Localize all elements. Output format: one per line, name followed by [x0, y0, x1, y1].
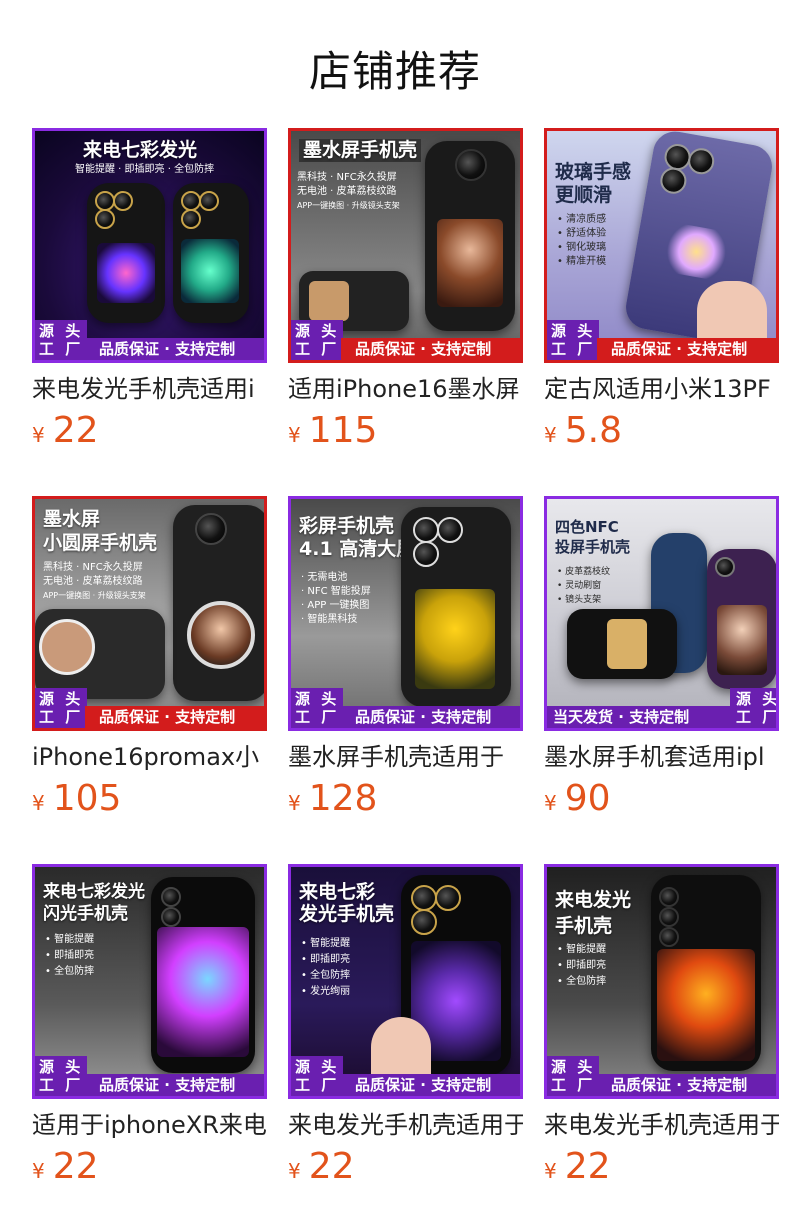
quality-bar: 品质保证 · 支持定制 [341, 338, 520, 360]
product-card[interactable]: 来电七彩 发光手机壳 • 智能提醒 • 即插即亮 • 全包防摔 • 发光绚丽 源… [288, 864, 523, 1193]
factory-badge: 源 头 工 厂 品质保证 · 支持定制 [35, 688, 264, 728]
image-headline: 玻璃手感 更顺滑 [555, 161, 632, 206]
product-name[interactable]: 适用iPhone16墨水屏 [288, 373, 523, 405]
product-name[interactable]: 墨水屏手机套适用ipl [544, 741, 779, 773]
quality-bar: 品质保证 · 支持定制 [85, 706, 264, 728]
quality-bar: 品质保证 · 支持定制 [85, 338, 264, 360]
source-factory-label: 源 头 工 厂 [35, 320, 87, 360]
quality-bar: 品质保证 · 支持定制 [341, 1074, 520, 1096]
product-price: ¥128 [288, 778, 378, 819]
quality-bar: 品质保证 · 支持定制 [341, 706, 520, 728]
product-image[interactable]: 玻璃手感 更顺滑 • 清凉质感 • 舒适体验 • 钢化玻璃 • 精准开模 源 头… [544, 128, 779, 363]
product-name[interactable]: 适用于iphoneXR来电 [32, 1109, 267, 1141]
product-name[interactable]: 来电发光手机壳适用i [32, 373, 267, 405]
product-price: ¥105 [32, 778, 122, 819]
image-headline: 来电七彩发光 闪光手机壳 [43, 882, 145, 924]
image-headline: 彩屏手机壳 4.1 高清大屏 [299, 515, 416, 560]
image-headline: 来电七彩发光 [83, 139, 198, 161]
product-name[interactable]: 来电发光手机壳适用于 [544, 1109, 779, 1141]
store-recommendation-page: 店铺推荐 来电七彩发光 智能提醒 · 即插即亮 · 全包防摔 源 头 工 厂 品… [0, 0, 790, 1232]
product-image[interactable]: 来电发光 手机壳 • 智能提醒 • 即插即亮 • 全包防摔 源 头 工 厂 品质… [544, 864, 779, 1099]
product-card[interactable]: 彩屏手机壳 4.1 高清大屏 · 无需电池 · NFC 智能投屏 · APP 一… [288, 496, 523, 825]
product-card[interactable]: 来电发光 手机壳 • 智能提醒 • 即插即亮 • 全包防摔 源 头 工 厂 品质… [544, 864, 779, 1193]
factory-badge: 源 头 工 厂 品质保证 · 支持定制 [547, 1056, 776, 1096]
product-price: ¥22 [544, 1146, 611, 1187]
product-image[interactable]: 墨水屏 小圆屏手机壳 黑科技 · NFC永久投屏 无电池 · 皮革荔枝纹路 AP… [32, 496, 267, 731]
product-price: ¥5.8 [544, 410, 622, 451]
product-name[interactable]: 定古风适用小米13PF [544, 373, 779, 405]
product-image[interactable]: 墨水屏手机壳 黑科技 · NFC永久投屏 无电池 · 皮革荔枝纹路 APP一键换… [288, 128, 523, 363]
quality-bar: 品质保证 · 支持定制 [597, 1074, 776, 1096]
product-card[interactable]: 墨水屏 小圆屏手机壳 黑科技 · NFC永久投屏 无电池 · 皮革荔枝纹路 AP… [32, 496, 267, 825]
product-image[interactable]: 来电七彩 发光手机壳 • 智能提醒 • 即插即亮 • 全包防摔 • 发光绚丽 源… [288, 864, 523, 1099]
product-card[interactable]: 墨水屏手机壳 黑科技 · NFC永久投屏 无电池 · 皮革荔枝纹路 APP一键换… [288, 128, 523, 457]
product-price: ¥22 [32, 410, 99, 451]
factory-badge: 源 头 工 厂 品质保证 · 支持定制 [291, 1056, 520, 1096]
product-card[interactable]: 来电七彩发光 闪光手机壳 • 智能提醒 • 即插即亮 • 全包防摔 源 头 工 … [32, 864, 267, 1193]
product-card[interactable]: 来电七彩发光 智能提醒 · 即插即亮 · 全包防摔 源 头 工 厂 品质保证 ·… [32, 128, 267, 457]
image-headline: 墨水屏手机壳 [299, 139, 422, 162]
product-name[interactable]: 墨水屏手机壳适用于 [288, 741, 523, 773]
factory-badge: 当天发货 · 支持定制 源 头 工 厂 [547, 688, 776, 728]
product-price: ¥90 [544, 778, 611, 819]
product-price: ¥115 [288, 410, 378, 451]
factory-badge: 源 头 工 厂 品质保证 · 支持定制 [291, 320, 520, 360]
quality-bar: 当天发货 · 支持定制 [547, 706, 737, 728]
factory-badge: 源 头 工 厂 品质保证 · 支持定制 [35, 320, 264, 360]
factory-badge: 源 头 工 厂 品质保证 · 支持定制 [547, 320, 776, 360]
image-headline: 来电发光 手机壳 [555, 889, 632, 937]
product-image[interactable]: 来电七彩发光 智能提醒 · 即插即亮 · 全包防摔 源 头 工 厂 品质保证 ·… [32, 128, 267, 363]
product-card[interactable]: 玻璃手感 更顺滑 • 清凉质感 • 舒适体验 • 钢化玻璃 • 精准开模 源 头… [544, 128, 779, 457]
product-image[interactable]: 四色NFC 投屏手机壳 • 皮革荔枝纹 • 灵动刷窗 • 镜头支架 当天发货 ·… [544, 496, 779, 731]
product-name[interactable]: 来电发光手机壳适用于 [288, 1109, 523, 1141]
factory-badge: 源 头 工 厂 品质保证 · 支持定制 [35, 1056, 264, 1096]
image-subtext: 智能提醒 · 即插即亮 · 全包防摔 [75, 164, 215, 175]
image-headline: 墨水屏 小圆屏手机壳 [43, 508, 158, 554]
product-image[interactable]: 彩屏手机壳 4.1 高清大屏 · 无需电池 · NFC 智能投屏 · APP 一… [288, 496, 523, 731]
page-title: 店铺推荐 [308, 47, 481, 96]
product-price: ¥22 [288, 1146, 355, 1187]
product-card[interactable]: 四色NFC 投屏手机壳 • 皮革荔枝纹 • 灵动刷窗 • 镜头支架 当天发货 ·… [544, 496, 779, 825]
quality-bar: 品质保证 · 支持定制 [597, 338, 776, 360]
quality-bar: 品质保证 · 支持定制 [85, 1074, 264, 1096]
factory-badge: 源 头 工 厂 品质保证 · 支持定制 [291, 688, 520, 728]
product-image[interactable]: 来电七彩发光 闪光手机壳 • 智能提醒 • 即插即亮 • 全包防摔 源 头 工 … [32, 864, 267, 1099]
product-name[interactable]: iPhone16promax小 [32, 741, 267, 773]
image-headline: 来电七彩 发光手机壳 [299, 881, 395, 925]
product-price: ¥22 [32, 1146, 99, 1187]
image-headline: 四色NFC 投屏手机壳 [555, 518, 631, 556]
